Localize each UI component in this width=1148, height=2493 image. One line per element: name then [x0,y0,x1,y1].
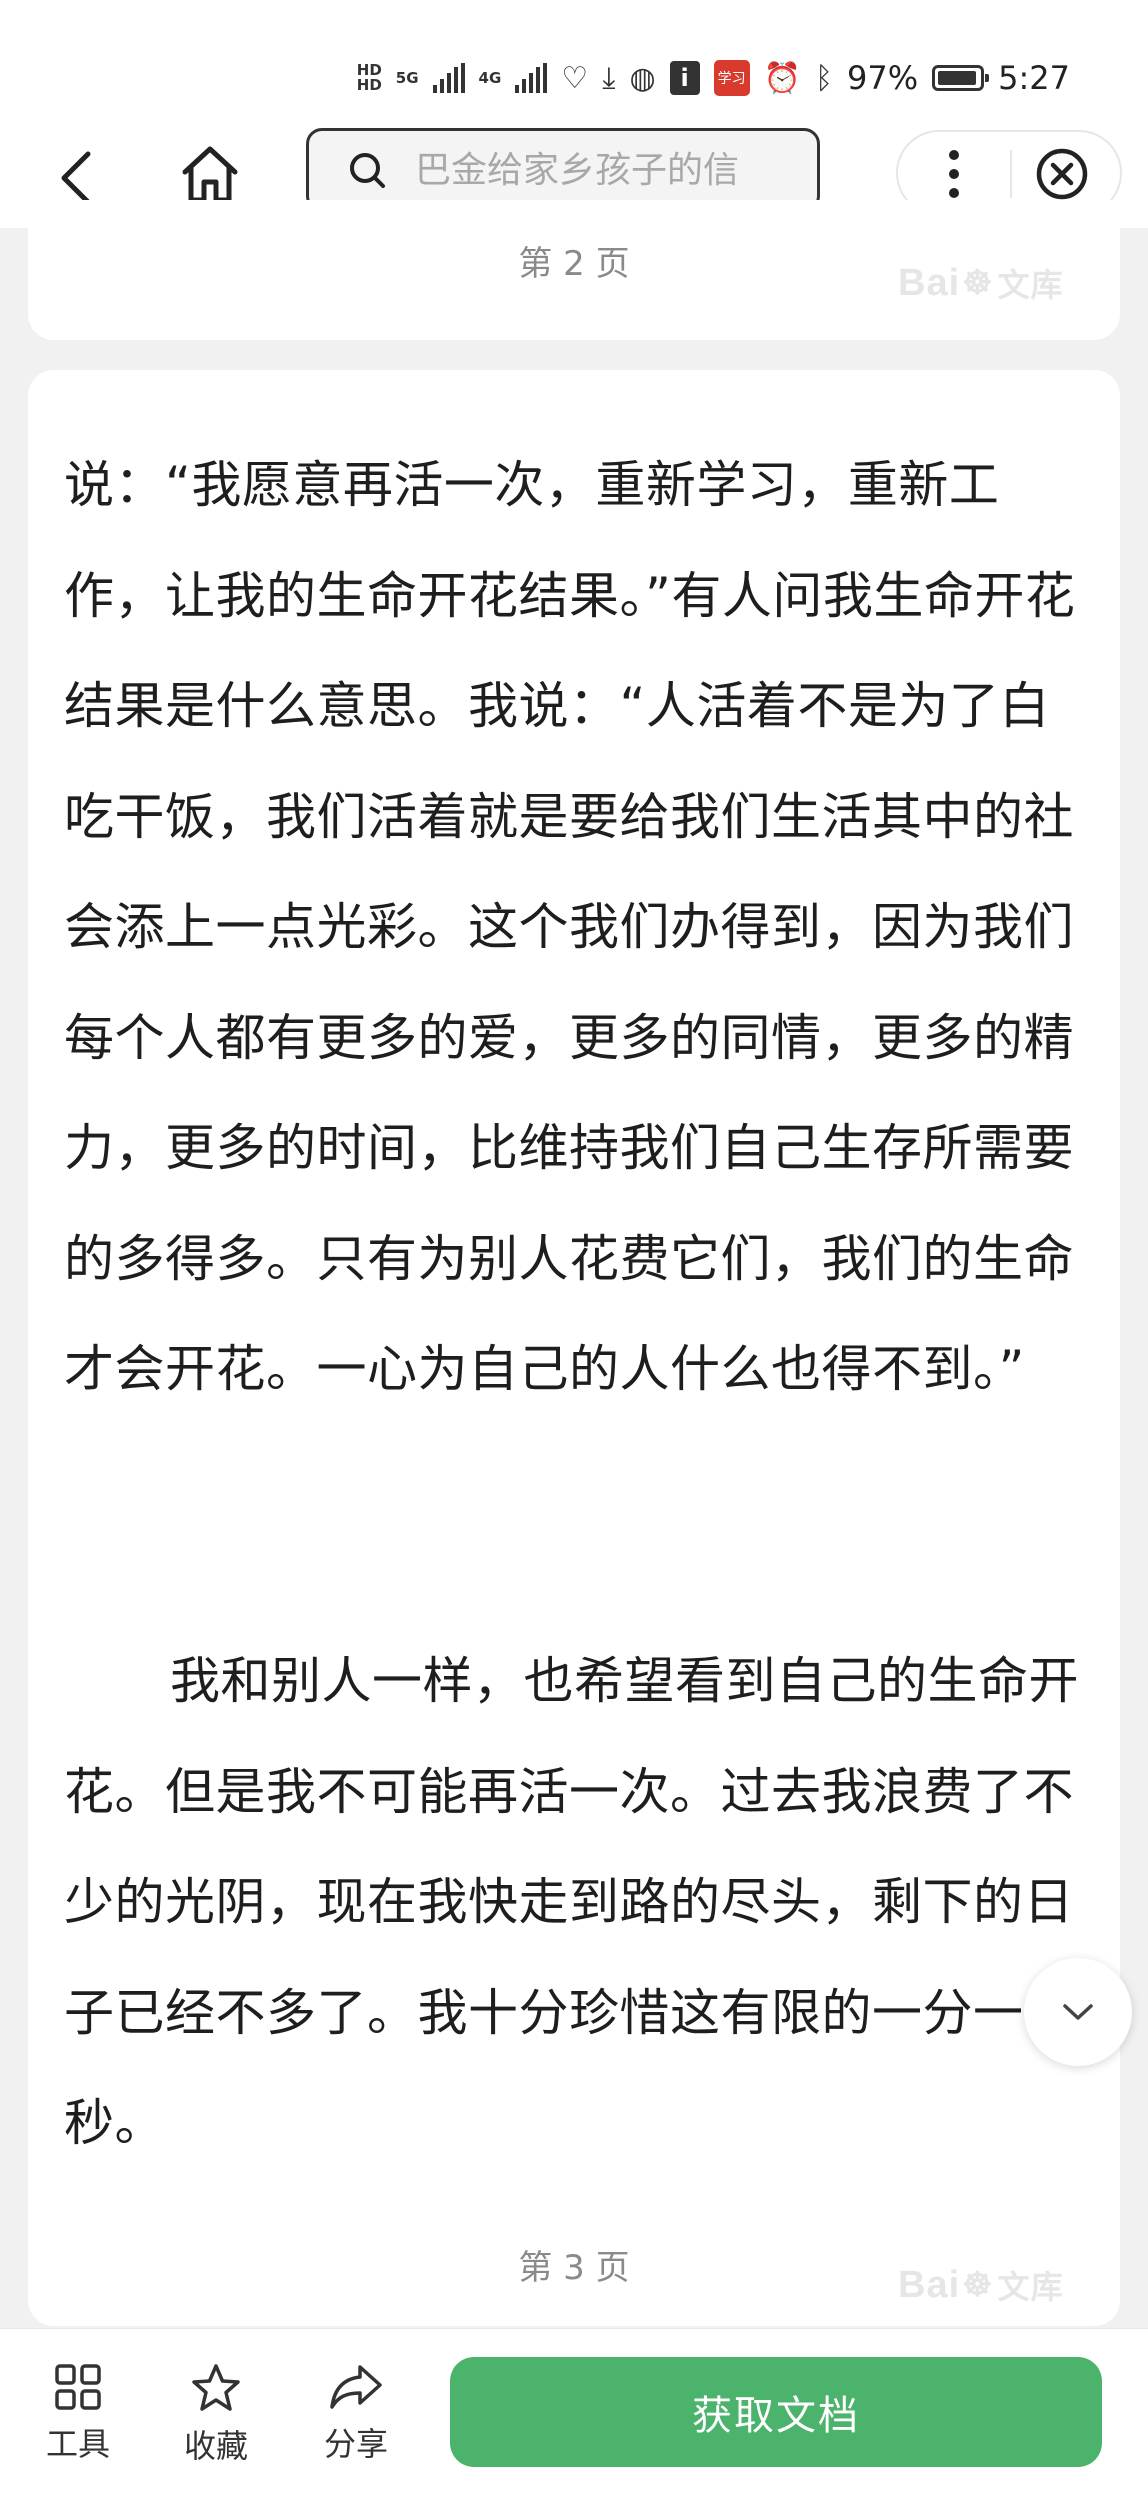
back-arrow-icon [61,151,91,205]
4g-label: 4G [478,68,502,87]
share-arrow-icon [330,2365,382,2409]
paw-icon: ☸ [962,2266,994,2304]
signal-icon [432,63,465,93]
search-input[interactable] [413,148,797,192]
download-icon: ⤓ [602,60,616,96]
close-button[interactable] [1034,146,1090,202]
5g-label: 5G [395,68,419,87]
scroll-down-button[interactable] [1024,1958,1132,2066]
star-icon [192,2364,240,2411]
health-icon: ♡ [561,60,589,96]
baidu-wenku-watermark: Bai ☸ 文库 [898,261,1064,304]
wechat-icon: ◍ [629,60,656,96]
alarm-icon: ⏰ [763,60,802,96]
tools-label: 工具 [45,2425,110,2463]
home-icon [182,146,238,203]
status-bar: HD HD 5G 4G ♡ ⤓ ◍ i 学习 ⏰ ᛒ 97% 5:27 [0,0,1148,128]
battery-percent: 97% [847,59,919,97]
close-circle-icon [1036,148,1088,200]
more-button[interactable] [934,148,974,200]
grid-icon [55,2364,101,2410]
bottom-toolbar: 工具 收藏 分享 获取文档 [0,2328,1148,2493]
hd-indicator: HD HD [356,61,382,94]
page-3-card: 说：“我愿意再活一次，重新学习，重新工作，让我的生命开花结果。”有人问我生命开花… [28,370,1120,2326]
chevron-down-icon [1063,2004,1093,2020]
paragraph-1: 说：“我愿意再活一次，重新学习，重新工作，让我的生命开花结果。”有人问我生命开花… [64,456,1076,1398]
share-button[interactable]: 分享 [306,2363,406,2473]
battery-icon [932,65,990,91]
paragraph-2: 我和别人一样，也希望看到自己的生命开花。但是我不可能再活一次。过去我浪费了不少的… [64,1652,1079,2152]
status-icons: HD HD 5G 4G ♡ ⤓ ◍ i 学习 ⏰ ᛒ 97% 5:27 [357,56,1070,100]
page-2-card: 第 2 页 Bai ☸ 文库 [28,200,1120,340]
bluetooth-icon: ᛒ [815,60,834,96]
search-icon [347,150,387,190]
paw-icon: ☸ [962,264,994,302]
favorite-label: 收藏 [183,2427,248,2465]
baidu-wenku-watermark-2: Bai ☸ 文库 [898,2263,1064,2306]
get-document-button[interactable]: 获取文档 [450,2357,1102,2467]
study-app-icon: 学习 [713,60,750,96]
share-label: 分享 [323,2425,388,2463]
info-app-icon: i [669,61,700,95]
capsule-divider [1010,150,1012,198]
tools-button[interactable]: 工具 [28,2363,128,2473]
favorite-button[interactable]: 收藏 [166,2363,266,2473]
signal-icon-2 [515,63,548,93]
clock: 5:27 [998,59,1070,97]
more-dots-icon [949,150,959,198]
